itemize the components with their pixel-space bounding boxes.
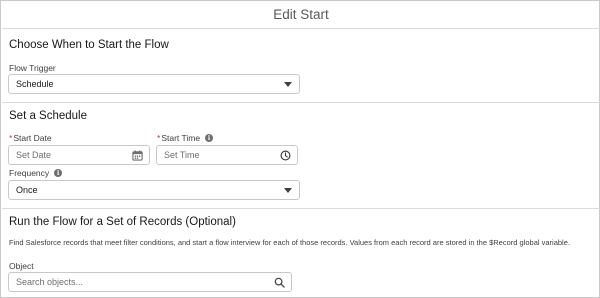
modal-header: Edit Start <box>2 2 600 29</box>
section-title-trigger: Choose When to Start the Flow <box>9 39 169 51</box>
records-description: Find Salesforce records that meet filter… <box>9 238 570 247</box>
required-marker: * <box>157 133 161 143</box>
object-search-input[interactable]: Search objects... <box>8 272 292 292</box>
object-label: Object <box>9 261 34 271</box>
start-date-input[interactable]: Set Date <box>8 145 150 165</box>
search-icon[interactable] <box>274 277 285 288</box>
frequency-label: Frequency i <box>9 168 63 178</box>
info-icon[interactable]: i <box>205 134 214 142</box>
modal-title: Edit Start <box>273 7 329 22</box>
start-date-label: * Start Date <box>9 133 52 143</box>
frequency-select[interactable]: Once <box>8 180 300 200</box>
required-marker: * <box>9 133 13 143</box>
flow-trigger-label: Flow Trigger <box>9 63 56 73</box>
start-time-label: * Start Time i <box>157 133 214 143</box>
section-title-records: Run the Flow for a Set of Records (Optio… <box>9 216 236 228</box>
edit-start-modal: Edit Start Choose When to Start the Flow… <box>0 0 600 298</box>
flow-trigger-value: Schedule <box>16 79 54 89</box>
calendar-icon[interactable] <box>132 150 143 161</box>
chevron-down-icon <box>284 188 292 193</box>
start-date-placeholder: Set Date <box>16 150 52 160</box>
frequency-value: Once <box>16 185 38 195</box>
info-icon[interactable]: i <box>54 169 63 177</box>
clock-icon[interactable] <box>280 150 291 161</box>
start-time-placeholder: Set Time <box>164 150 200 160</box>
start-time-input[interactable]: Set Time <box>156 145 298 165</box>
section-divider <box>2 102 600 103</box>
flow-trigger-select[interactable]: Schedule <box>8 74 300 94</box>
section-title-schedule: Set a Schedule <box>9 110 88 122</box>
object-search-placeholder: Search objects... <box>16 277 84 287</box>
section-divider <box>2 208 600 209</box>
chevron-down-icon <box>284 82 292 87</box>
